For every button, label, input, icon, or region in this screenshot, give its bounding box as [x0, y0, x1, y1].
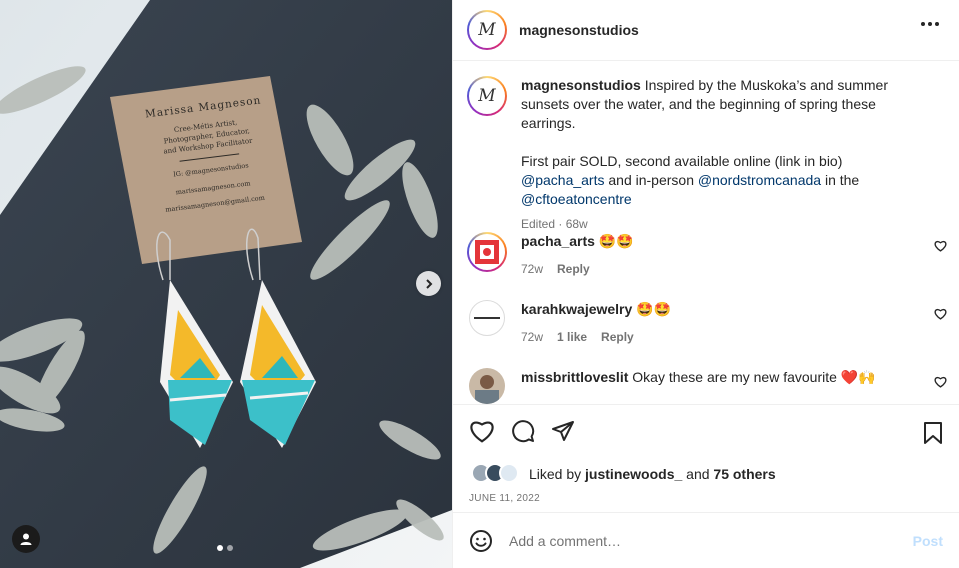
- likes-others-link[interactable]: 75 others: [713, 466, 775, 482]
- comment-item: karahkwajewelry 🤩🤩 72w 1 like Reply: [467, 300, 947, 347]
- comments-section[interactable]: M magnesonstudios Inspired by the Muskok…: [453, 62, 959, 404]
- liked-by-prefix: Liked by: [529, 466, 582, 482]
- business-card: Marissa Magneson Cree-Métis Artist, Phot…: [133, 93, 285, 216]
- pacha-logo-icon: [475, 240, 499, 264]
- tagged-users-button[interactable]: [12, 525, 40, 553]
- caption-text-2b: and in-person: [608, 172, 694, 188]
- photo-scene: [0, 0, 452, 568]
- post-actions: Liked by justinewoods_ and 75 others JUN…: [453, 404, 959, 512]
- comment-bubble-icon[interactable]: [511, 419, 535, 443]
- caption-time[interactable]: 68w: [566, 217, 588, 231]
- more-dot: [921, 22, 925, 26]
- caption-avatar[interactable]: M: [467, 76, 507, 116]
- commenter-username[interactable]: karahkwajewelry: [521, 301, 632, 317]
- commenter-avatar[interactable]: [469, 300, 505, 336]
- avatar-monogram: M: [469, 78, 505, 114]
- comment-body: pacha_arts 🤩🤩 72w Reply: [521, 232, 947, 279]
- comment-input[interactable]: [509, 532, 889, 549]
- commenter-username[interactable]: missbrittloveslit: [521, 369, 628, 385]
- comment-meta: 72w 1 like Reply: [521, 328, 947, 347]
- comment-text: 🤩🤩: [636, 301, 672, 317]
- avatar-photo: [475, 375, 499, 404]
- commenter-avatar[interactable]: [467, 232, 507, 272]
- post-header: M magnesonstudios: [453, 0, 959, 61]
- post-caption: M magnesonstudios Inspired by the Muskok…: [467, 76, 921, 234]
- caption-username[interactable]: magnesonstudios: [521, 77, 641, 93]
- reply-button[interactable]: Reply: [601, 328, 634, 347]
- caption-text-2a: First pair SOLD, second available online…: [521, 153, 843, 169]
- avatar-monogram: M: [469, 12, 505, 48]
- card-divider: [179, 153, 240, 162]
- comment-likes[interactable]: 1 like: [557, 328, 587, 347]
- emoji-smiley-icon[interactable]: [469, 529, 493, 553]
- carousel-dot: [227, 545, 233, 551]
- comment-body: karahkwajewelry 🤩🤩 72w 1 like Reply: [521, 300, 947, 347]
- caption-body: magnesonstudios Inspired by the Muskoka’…: [521, 76, 921, 234]
- comment-item: pacha_arts 🤩🤩 72w Reply: [467, 232, 947, 279]
- post-detail-panel: M magnesonstudios M magnesonstudios Insp…: [452, 0, 959, 568]
- carousel-dot-active: [217, 545, 223, 551]
- avatar-image: [469, 234, 505, 270]
- next-photo-button[interactable]: [416, 271, 441, 296]
- like-comment-heart-icon[interactable]: [934, 240, 947, 252]
- comment-text: Okay these are my new favourite ❤️🙌: [632, 369, 876, 385]
- author-username[interactable]: magnesonstudios: [519, 22, 639, 38]
- chevron-right-icon: [425, 278, 432, 289]
- comment-meta: 72w Reply: [521, 260, 947, 279]
- action-icons: [469, 419, 575, 443]
- add-comment-bar: Post: [453, 512, 959, 568]
- karahkwa-logo-icon: [474, 317, 500, 319]
- comment-time[interactable]: 72w: [521, 328, 543, 347]
- more-dot: [935, 22, 939, 26]
- post-date[interactable]: JUNE 11, 2022: [469, 493, 540, 504]
- edited-label: Edited: [521, 217, 556, 231]
- like-heart-icon[interactable]: [469, 419, 495, 443]
- likes-and: and: [686, 466, 710, 482]
- likes-text: Liked by justinewoods_ and 75 others: [529, 466, 776, 482]
- reply-button[interactable]: Reply: [557, 260, 590, 279]
- person-icon: [20, 533, 32, 545]
- comment-body: missbrittloveslit Okay these are my new …: [521, 368, 947, 404]
- liker-username[interactable]: justinewoods_: [585, 466, 682, 482]
- like-comment-heart-icon[interactable]: [934, 376, 947, 388]
- post-photo[interactable]: Marissa Magneson Cree-Métis Artist, Phot…: [0, 0, 452, 568]
- comment-item: missbrittloveslit Okay these are my new …: [467, 368, 947, 404]
- post-comment-button[interactable]: Post: [913, 533, 943, 549]
- likes-summary: Liked by justinewoods_ and 75 others: [471, 463, 776, 485]
- commenter-avatar[interactable]: [469, 368, 505, 404]
- comment-text: 🤩🤩: [598, 233, 634, 249]
- author-avatar[interactable]: M: [467, 10, 507, 50]
- caption-text-2c: in the: [824, 172, 860, 188]
- carousel-indicator: [217, 545, 233, 551]
- liker-avatar: [499, 463, 519, 483]
- commenter-username[interactable]: pacha_arts: [521, 233, 595, 249]
- mention-link[interactable]: @nordstromcanada: [698, 172, 821, 188]
- mention-link[interactable]: @pacha_arts: [521, 172, 604, 188]
- liker-avatars: [471, 463, 521, 485]
- bookmark-save-icon[interactable]: [923, 421, 943, 445]
- comment-time[interactable]: 72w: [521, 260, 543, 279]
- more-options-button[interactable]: [921, 22, 939, 26]
- more-dot: [928, 22, 932, 26]
- mention-link[interactable]: @cftoeatoncentre: [521, 191, 632, 207]
- share-paper-plane-icon[interactable]: [551, 419, 575, 443]
- like-comment-heart-icon[interactable]: [934, 308, 947, 320]
